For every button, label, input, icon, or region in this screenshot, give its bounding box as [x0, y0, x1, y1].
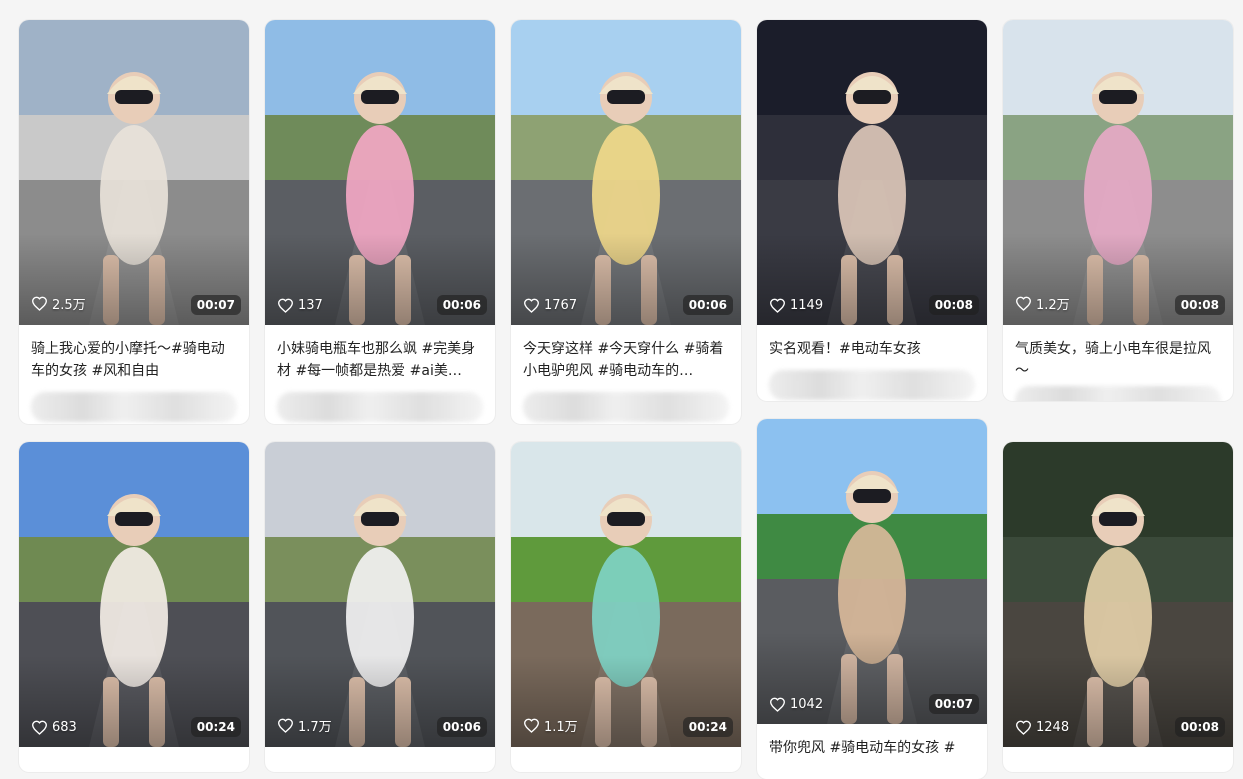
duration-badge: 00:07	[190, 295, 241, 315]
video-card[interactable]: 1.1万 00:24	[511, 442, 741, 772]
video-thumbnail[interactable]: 1149 00:08	[757, 20, 987, 325]
video-caption[interactable]: 小妹骑电瓶车也那么飒 #完美身材 #每一帧都是热爱 #ai美…	[277, 338, 483, 382]
like-count-text: 683	[52, 720, 77, 735]
video-thumbnail[interactable]: 683 00:24	[19, 442, 249, 747]
author-info-blurred[interactable]	[31, 392, 237, 422]
heart-icon	[769, 697, 786, 712]
like-count-text: 1248	[1036, 720, 1070, 735]
author-info-blurred[interactable]	[769, 370, 975, 400]
duration-badge: 00:24	[682, 717, 733, 737]
duration-badge: 00:24	[190, 717, 241, 737]
video-thumbnail[interactable]: 1.1万 00:24	[511, 442, 741, 747]
like-count-text: 137	[298, 298, 323, 313]
video-card[interactable]: 1767 00:06 今天穿这样 #今天穿什么 #骑着小电驴兜风 #骑电动车的…	[511, 20, 741, 424]
heart-icon	[523, 298, 540, 313]
video-card[interactable]: 1042 00:07 带你兜风 #骑电动车的女孩 #	[757, 419, 987, 779]
video-card[interactable]: 683 00:24	[19, 442, 249, 772]
video-thumbnail[interactable]: 1248 00:08	[1003, 442, 1233, 747]
like-count: 1042	[769, 697, 823, 712]
thumbnail-image	[19, 20, 249, 325]
thumbnail-image	[757, 20, 987, 325]
heart-icon	[1015, 296, 1032, 311]
like-count: 1.2万	[1015, 294, 1070, 313]
heart-icon	[523, 718, 540, 733]
video-caption[interactable]: 今天穿这样 #今天穿什么 #骑着小电驴兜风 #骑电动车的…	[523, 338, 729, 382]
like-count-text: 1767	[544, 298, 578, 313]
like-count: 2.5万	[31, 294, 86, 313]
video-card[interactable]: 2.5万 00:07 骑上我心爱的小摩托～#骑电动车的女孩 #风和自由	[19, 20, 249, 424]
thumbnail-image	[1003, 20, 1233, 325]
like-count-text: 2.5万	[52, 298, 86, 313]
video-card[interactable]: 1248 00:08	[1003, 442, 1233, 772]
video-caption[interactable]: 实名观看！#电动车女孩	[769, 338, 975, 360]
thumbnail-image	[19, 442, 249, 747]
like-count: 1149	[769, 298, 823, 313]
duration-badge: 00:08	[1174, 295, 1225, 315]
video-card[interactable]: 1.2万 00:08 气质美女，骑上小电车很是拉风～	[1003, 20, 1233, 401]
like-count-text: 1149	[790, 298, 824, 313]
like-count-text: 1.7万	[298, 720, 332, 735]
video-thumbnail[interactable]: 1.7万 00:06	[265, 442, 495, 747]
heart-icon	[1015, 720, 1032, 735]
video-card[interactable]: 1149 00:08 实名观看！#电动车女孩	[757, 20, 987, 401]
video-thumbnail[interactable]: 1767 00:06	[511, 20, 741, 325]
thumbnail-image	[757, 419, 987, 724]
like-count-text: 1.1万	[544, 720, 578, 735]
heart-icon	[277, 718, 294, 733]
like-count-text: 1.2万	[1036, 298, 1070, 313]
thumbnail-image	[511, 20, 741, 325]
heart-icon	[31, 296, 48, 311]
duration-badge: 00:06	[682, 295, 733, 315]
like-count: 1248	[1015, 720, 1069, 735]
duration-badge: 00:06	[436, 717, 487, 737]
video-thumbnail[interactable]: 137 00:06	[265, 20, 495, 325]
video-thumbnail[interactable]: 2.5万 00:07	[19, 20, 249, 325]
duration-badge: 00:07	[928, 694, 979, 714]
like-count: 137	[277, 298, 323, 313]
thumbnail-image	[1003, 442, 1233, 747]
thumbnail-image	[265, 20, 495, 325]
video-caption[interactable]: 气质美女，骑上小电车很是拉风～	[1015, 338, 1221, 382]
duration-badge: 00:08	[928, 295, 979, 315]
video-card[interactable]: 1.7万 00:06	[265, 442, 495, 772]
like-count: 1767	[523, 298, 577, 313]
thumbnail-image	[265, 442, 495, 747]
like-count-text: 1042	[790, 697, 824, 712]
video-card[interactable]: 137 00:06 小妹骑电瓶车也那么飒 #完美身材 #每一帧都是热爱 #ai美…	[265, 20, 495, 424]
thumbnail-image	[511, 442, 741, 747]
video-caption[interactable]: 带你兜风 #骑电动车的女孩 #	[769, 737, 975, 779]
duration-badge: 00:08	[1174, 717, 1225, 737]
author-info-blurred[interactable]	[523, 392, 729, 422]
heart-icon	[31, 720, 48, 735]
heart-icon	[769, 298, 786, 313]
like-count: 1.7万	[277, 716, 332, 735]
video-thumbnail[interactable]: 1.2万 00:08	[1003, 20, 1233, 325]
like-count: 683	[31, 720, 77, 735]
heart-icon	[277, 298, 294, 313]
video-thumbnail[interactable]: 1042 00:07	[757, 419, 987, 724]
author-info-blurred[interactable]	[277, 392, 483, 422]
like-count: 1.1万	[523, 716, 578, 735]
author-info-blurred[interactable]	[1015, 386, 1221, 401]
video-caption[interactable]: 骑上我心爱的小摩托～#骑电动车的女孩 #风和自由	[31, 338, 237, 382]
duration-badge: 00:06	[436, 295, 487, 315]
